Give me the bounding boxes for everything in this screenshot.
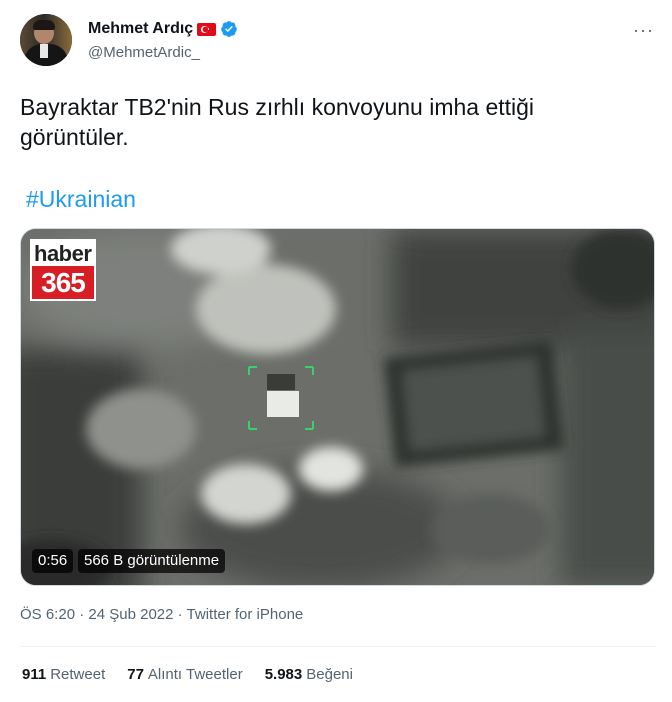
tweet-card: Mehmet Ardıç @MehmetArdic_ ··· Bayraktar…: [0, 0, 672, 702]
video-thumbnail: [21, 229, 654, 585]
likes-count: 5.983: [264, 666, 303, 683]
likes-label: Beğeni: [306, 666, 353, 683]
avatar[interactable]: [20, 14, 72, 66]
divider: [20, 646, 656, 647]
retweets-count: 911: [22, 666, 47, 683]
more-options-icon[interactable]: ···: [633, 20, 654, 41]
quote-tweets-stat[interactable]: 77 Alıntı Tweetler: [127, 666, 242, 683]
engagement-stats: 911 Retweet 77 Alıntı Tweetler 5.983 Beğeni: [22, 666, 353, 683]
video-duration-badge: 0:56: [32, 549, 74, 573]
tweet-source-link[interactable]: Twitter for iPhone: [187, 606, 304, 623]
hashtag-link[interactable]: #Ukrainian: [26, 186, 136, 213]
retweets-label: Retweet: [50, 666, 106, 683]
turkey-flag-icon: [197, 22, 217, 36]
retweets-stat[interactable]: 911 Retweet: [22, 666, 105, 683]
quotes-label: Alıntı Tweetler: [147, 666, 243, 683]
video-player[interactable]: haber 365 0:56 566 B görüntülenme: [20, 228, 655, 586]
verified-badge-icon: [221, 21, 238, 37]
tweet-date-link[interactable]: 24 Şub 2022: [88, 606, 173, 623]
video-views-badge: 566 B görüntülenme: [78, 549, 226, 573]
author-row: Mehmet Ardıç: [88, 20, 238, 38]
author-handle[interactable]: @MehmetArdic_: [88, 44, 200, 61]
tweet-meta: ÖS 6:20 · 24 Şub 2022 · Twitter for iPho…: [20, 606, 303, 623]
haber365-logo: haber 365: [30, 239, 96, 301]
quotes-count: 77: [127, 666, 144, 683]
author-name[interactable]: Mehmet Ardıç: [88, 20, 193, 38]
logo-text-top: haber: [34, 241, 92, 266]
logo-text-bottom: 365: [32, 266, 94, 299]
tweet-text: Bayraktar TB2'nin Rus zırhlı konvoyunu i…: [20, 94, 535, 150]
tweet-time-link[interactable]: ÖS 6:20: [20, 606, 75, 623]
meta-separator: ·: [177, 606, 183, 623]
likes-stat[interactable]: 5.983 Beğeni: [265, 666, 353, 683]
meta-separator: ·: [79, 606, 85, 623]
